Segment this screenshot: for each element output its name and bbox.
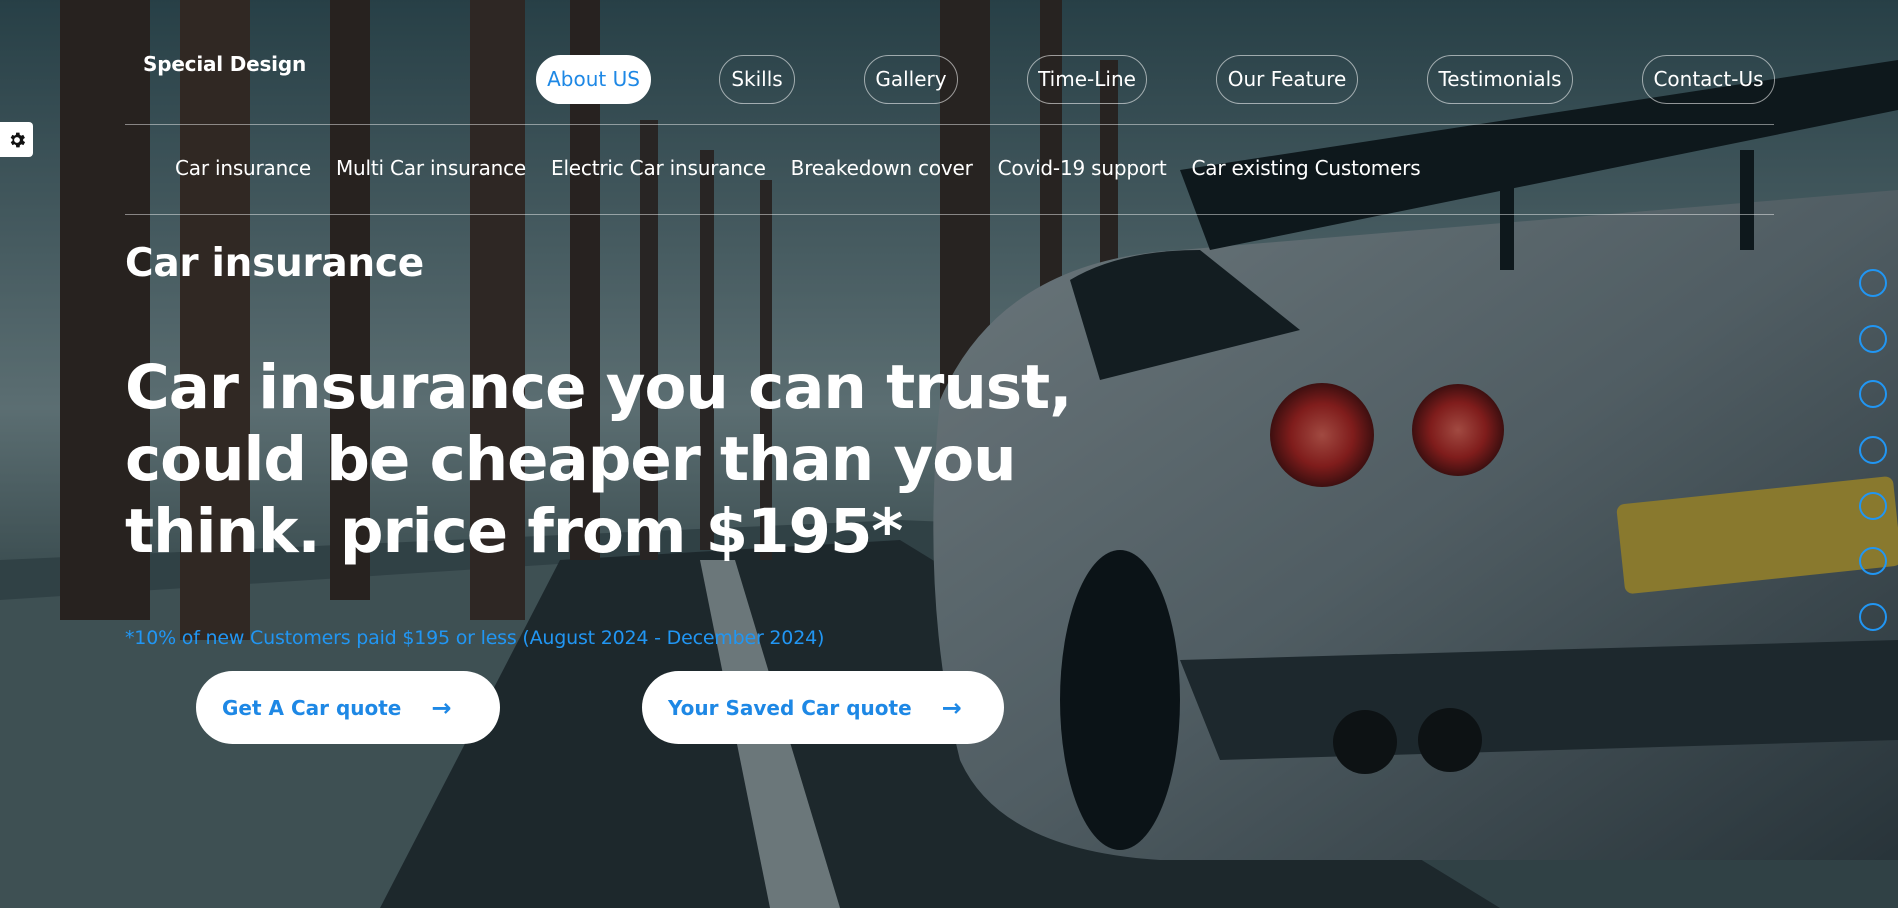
subnav-car-existing-customers[interactable]: Car existing Customers (1192, 156, 1421, 184)
nav-testimonials[interactable]: Testimonials (1427, 55, 1573, 104)
subnav-electric-car-insurance[interactable]: Electric Car insurance (551, 156, 766, 184)
price-disclaimer: *10% of new Customers paid $195 or less … (125, 627, 825, 649)
nav-bullet[interactable] (1859, 547, 1887, 575)
subnav-breakdown-cover[interactable]: Breakedown cover (791, 156, 973, 184)
nav-bullet[interactable] (1859, 269, 1887, 297)
saved-car-quote-label: Your Saved Car quote (668, 695, 912, 720)
arrow-right-icon: → (431, 693, 452, 722)
nav-our-feature[interactable]: Our Feature (1216, 55, 1358, 104)
nav-bullet[interactable] (1859, 325, 1887, 353)
nav-bullet[interactable] (1859, 603, 1887, 631)
arrow-right-icon: → (941, 693, 962, 722)
gear-icon[interactable] (0, 122, 33, 157)
subnav-car-insurance[interactable]: Car insurance (175, 156, 311, 184)
nav-gallery[interactable]: Gallery (864, 55, 958, 104)
nav-time-line[interactable]: Time-Line (1027, 55, 1147, 104)
hero-headline: Car insurance you can trust, could be ch… (125, 352, 1072, 567)
sub-nav: Car insurance Multi Car insurance Electr… (175, 156, 1421, 184)
subnav-covid-19-support[interactable]: Covid-19 support (998, 156, 1167, 184)
nav-about-us[interactable]: About US (536, 55, 651, 104)
nav-skills[interactable]: Skills (719, 55, 795, 104)
section-title: Car insurance (125, 241, 424, 286)
get-car-quote-label: Get A Car quote (222, 695, 402, 720)
header-divider (125, 124, 1774, 125)
nav-contact-us[interactable]: Contact-Us (1642, 55, 1775, 104)
get-car-quote-button[interactable]: Get A Car quote → (196, 671, 500, 744)
nav-bullet[interactable] (1859, 380, 1887, 408)
subnav-multi-car-insurance[interactable]: Multi Car insurance (336, 156, 526, 184)
saved-car-quote-button[interactable]: Your Saved Car quote → (642, 671, 1004, 744)
nav-bullet[interactable] (1859, 436, 1887, 464)
subnav-divider (125, 214, 1774, 215)
main-nav: About US Skills Gallery Time-Line Our Fe… (0, 55, 1898, 105)
nav-bullet[interactable] (1859, 492, 1887, 520)
